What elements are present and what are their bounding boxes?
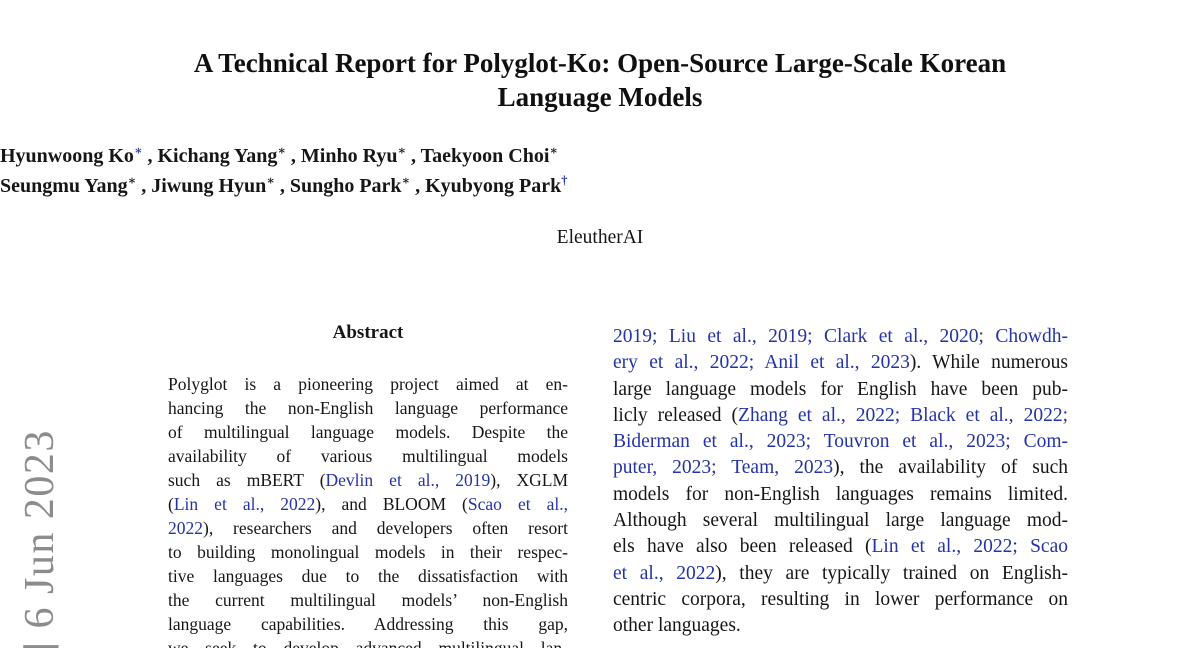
citation-link[interactable]: † xyxy=(561,173,567,187)
citation-link[interactable]: Lin et al., 2022 xyxy=(174,494,315,514)
citation-link[interactable]: ∗ xyxy=(134,143,143,157)
text-segment: ). While numerous xyxy=(910,352,1068,373)
text-line: 2022), researchers and developers often … xyxy=(168,516,568,540)
abstract-heading: Abstract xyxy=(168,322,568,344)
text-line: such as mBERT (Devlin et al., 2019), XGL… xyxy=(168,468,568,492)
text-segment: ∗ xyxy=(128,173,137,187)
text-segment: we seek to develop advanced multilingual… xyxy=(168,638,568,648)
text-segment: licly released ( xyxy=(613,405,738,426)
text-line: (Lin et al., 2022), and BLOOM (Scao et a… xyxy=(168,492,568,516)
citation-link[interactable]: Zhang et al., 2022; Black et al., 2022; xyxy=(738,405,1068,426)
text-segment: , Kyubyong Park xyxy=(410,175,561,197)
citation-link[interactable]: Devlin et al., 2019 xyxy=(326,470,491,490)
citation-link[interactable]: et al., 2022 xyxy=(613,563,715,584)
text-line: other languages. xyxy=(613,613,1068,639)
text-segment: ), XGLM xyxy=(490,470,568,490)
citation-link[interactable]: 2019; Liu et al., 2019; Clark et al., 20… xyxy=(613,326,1068,347)
paper-title-line1: A Technical Report for Polyglot-Ko: Open… xyxy=(0,46,1200,80)
text-line: to building monolingual models in their … xyxy=(168,540,568,564)
text-segment: , Kichang Yang xyxy=(143,145,278,167)
text-segment: ∗ xyxy=(266,173,275,187)
text-segment: Polyglot is a pioneering project aimed a… xyxy=(168,374,568,394)
text-segment: the current multilingual models’ non-Eng… xyxy=(168,590,568,610)
body-text-column: 2019; Liu et al., 2019; Clark et al., 20… xyxy=(613,324,1068,640)
text-line: availability of various multilingual mod… xyxy=(168,444,568,468)
text-segment: Although several multilingual large lang… xyxy=(613,510,1068,531)
citation-link[interactable]: 2022 xyxy=(168,518,203,538)
text-segment: availability of various multilingual mod… xyxy=(168,446,568,466)
text-segment: , Jiwung Hyun xyxy=(136,175,266,197)
text-line: of multilingual language models. Despite… xyxy=(168,420,568,444)
text-line: Hyunwoong Ko∗ , Kichang Yang∗ , Minho Ry… xyxy=(0,142,1200,172)
citation-link[interactable]: Scao et al., xyxy=(468,494,568,514)
text-segment: language capabilities. Addressing this g… xyxy=(168,614,568,634)
text-segment: large language models for English have b… xyxy=(613,379,1068,400)
text-line: licly released (Zhang et al., 2022; Blac… xyxy=(613,403,1068,429)
text-line: hancing the non-English language perform… xyxy=(168,396,568,420)
text-line: puter, 2023; Team, 2023), the availabili… xyxy=(613,455,1068,481)
text-line: ery et al., 2022; Anil et al., 2023). Wh… xyxy=(613,350,1068,376)
author-list: Hyunwoong Ko∗ , Kichang Yang∗ , Minho Ry… xyxy=(0,142,1200,201)
text-line: Seungmu Yang∗ , Jiwung Hyun∗ , Sungho Pa… xyxy=(0,172,1200,202)
text-segment: ), they are typically trained on English… xyxy=(715,563,1068,584)
text-segment: models for non-English languages remains… xyxy=(613,484,1068,505)
text-line: centric corpora, resulting in lower perf… xyxy=(613,587,1068,613)
text-segment: els have also been released ( xyxy=(613,536,872,557)
text-segment: ), the availability of such xyxy=(833,457,1068,478)
paper-title: A Technical Report for Polyglot-Ko: Open… xyxy=(0,46,1200,114)
text-segment: such as mBERT ( xyxy=(168,470,326,490)
text-line: els have also been released (Lin et al.,… xyxy=(613,534,1068,560)
text-segment: hancing the non-English language perform… xyxy=(168,398,568,418)
text-line: et al., 2022), they are typically traine… xyxy=(613,561,1068,587)
citation-link[interactable]: Lin et al., 2022; Scao xyxy=(872,536,1068,557)
text-segment: tive languages due to the dissatisfactio… xyxy=(168,566,568,586)
paper-title-line2: Language Models xyxy=(0,80,1200,114)
text-segment: of multilingual language models. Despite… xyxy=(168,422,568,442)
text-segment: , Sungho Park xyxy=(275,175,402,197)
citation-link[interactable]: ery et al., 2022; Anil et al., 2023 xyxy=(613,352,910,373)
text-segment: , Minho Ryu xyxy=(286,145,398,167)
text-segment: ∗ xyxy=(549,143,558,157)
text-line: 2019; Liu et al., 2019; Clark et al., 20… xyxy=(613,324,1068,350)
text-segment: , Taekyoon Choi xyxy=(406,145,549,167)
text-segment: Hyunwoong Ko xyxy=(0,145,134,167)
text-line: large language models for English have b… xyxy=(613,377,1068,403)
arxiv-watermark: ] 6 Jun 2023 xyxy=(16,429,64,648)
text-line: tive languages due to the dissatisfactio… xyxy=(168,564,568,588)
text-segment: ∗ xyxy=(277,143,286,157)
text-line: Although several multilingual large lang… xyxy=(613,508,1068,534)
text-segment: ), and BLOOM ( xyxy=(315,494,468,514)
text-line: the current multilingual models’ non-Eng… xyxy=(168,588,568,612)
text-line: Polyglot is a pioneering project aimed a… xyxy=(168,372,568,396)
text-segment: ∗ xyxy=(397,143,406,157)
affiliation: EleutherAI xyxy=(0,227,1200,249)
abstract-text: Polyglot is a pioneering project aimed a… xyxy=(168,372,568,648)
text-segment: ∗ xyxy=(402,173,411,187)
text-line: Biderman et al., 2023; Touvron et al., 2… xyxy=(613,429,1068,455)
text-segment: other languages. xyxy=(613,615,741,636)
paper-page: ] 6 Jun 2023 A Technical Report for Poly… xyxy=(0,0,1200,648)
citation-link[interactable]: puter, 2023; Team, 2023 xyxy=(613,457,833,478)
text-line: models for non-English languages remains… xyxy=(613,482,1068,508)
text-line: language capabilities. Addressing this g… xyxy=(168,612,568,636)
text-line: we seek to develop advanced multilingual… xyxy=(168,636,568,648)
citation-link[interactable]: Biderman et al., 2023; Touvron et al., 2… xyxy=(613,431,1068,452)
text-segment: ), researchers and developers often reso… xyxy=(203,518,568,538)
text-segment: centric corpora, resulting in lower perf… xyxy=(613,589,1068,610)
text-segment: Seungmu Yang xyxy=(0,175,128,197)
text-segment: to building monolingual models in their … xyxy=(168,542,568,562)
